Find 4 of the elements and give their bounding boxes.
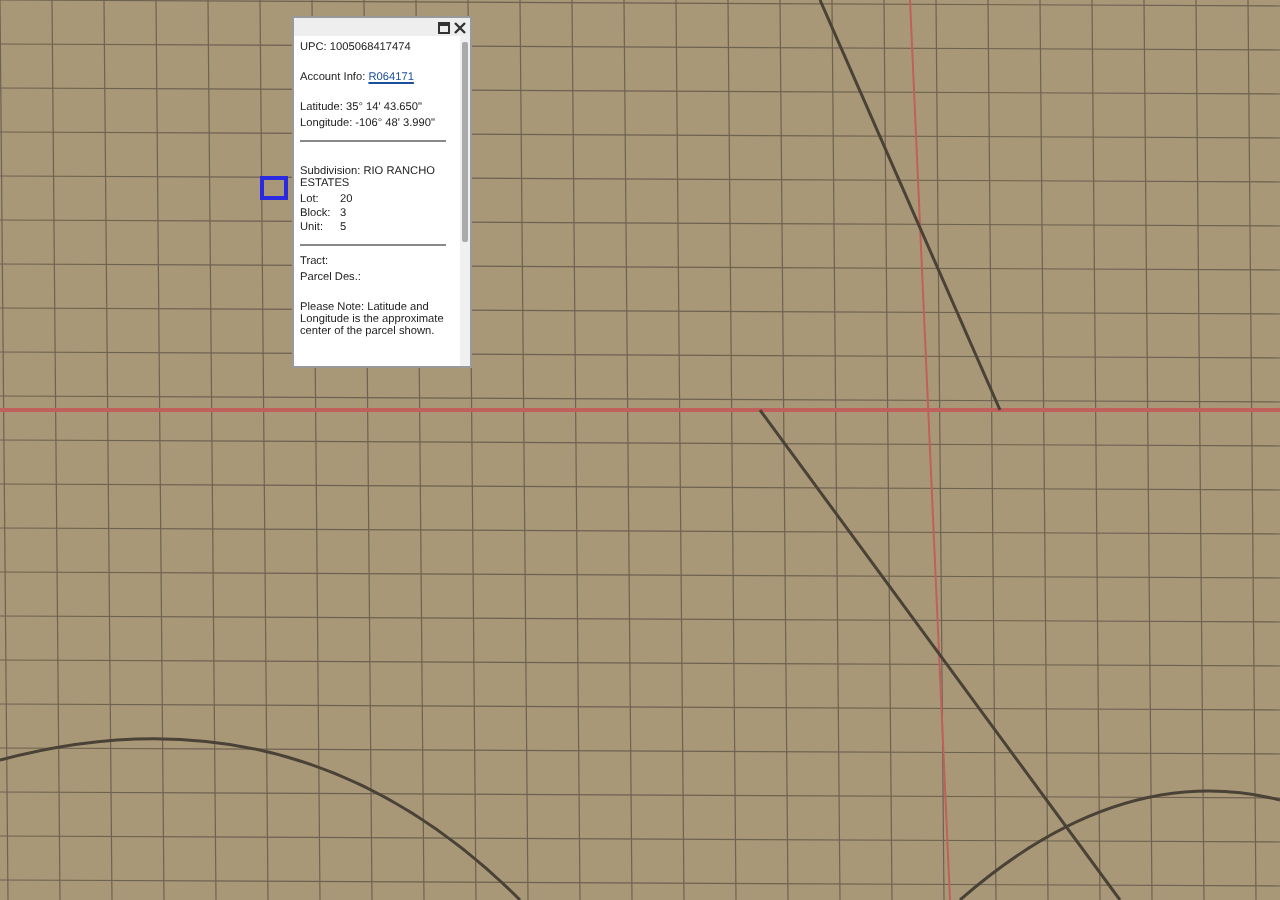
scrollbar[interactable] (460, 36, 470, 366)
parcel-outline (260, 176, 288, 200)
close-icon[interactable] (454, 21, 466, 33)
maximize-icon[interactable] (438, 21, 450, 33)
